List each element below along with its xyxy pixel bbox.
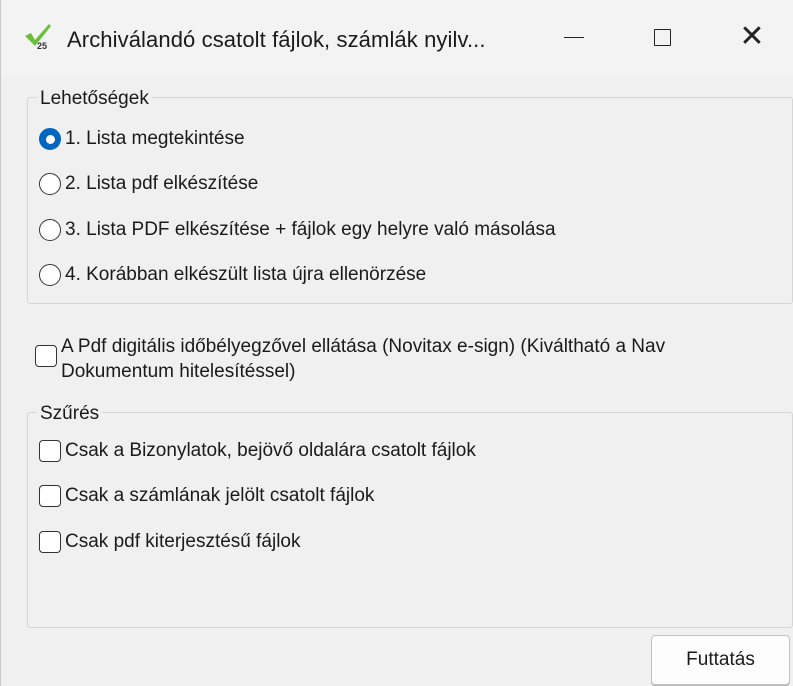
checkbox-icon[interactable] bbox=[39, 531, 61, 553]
filter-label[interactable]: Csak a számlának jelölt csatolt fájlok bbox=[65, 485, 374, 507]
close-button[interactable]: ✕ bbox=[724, 14, 780, 60]
radio-icon[interactable] bbox=[39, 173, 61, 195]
option-radio-3[interactable]: 3. Lista PDF elkészítése + fájlok egy he… bbox=[39, 219, 556, 241]
filter-legend: Szűrés bbox=[37, 403, 103, 425]
svg-text:25: 25 bbox=[37, 41, 47, 50]
option-label[interactable]: 3. Lista PDF elkészítése + fájlok egy he… bbox=[65, 219, 556, 241]
filter-label[interactable]: Csak a Bizonylatok, bejövő oldalára csat… bbox=[65, 440, 476, 462]
timestamp-label-line2: Dokumentum hitelesítéssel) bbox=[61, 361, 296, 382]
maximize-button[interactable] bbox=[634, 14, 690, 60]
option-radio-1[interactable]: 1. Lista megtekintése bbox=[39, 128, 245, 150]
option-label[interactable]: 4. Korábban elkészült lista újra ellenör… bbox=[65, 264, 426, 286]
checkbox-icon[interactable] bbox=[39, 485, 61, 507]
option-radio-4[interactable]: 4. Korábban elkészült lista újra ellenör… bbox=[39, 264, 426, 286]
timestamp-checkbox[interactable]: A Pdf digitális időbélyegzővel ellátása … bbox=[35, 334, 665, 384]
minimize-button[interactable] bbox=[546, 14, 602, 60]
checkbox-icon[interactable] bbox=[39, 440, 61, 462]
options-legend: Lehetőségek bbox=[37, 88, 152, 110]
close-icon: ✕ bbox=[739, 20, 765, 53]
checkbox-icon[interactable] bbox=[35, 345, 57, 367]
filter-checkbox-2[interactable]: Csak a számlának jelölt csatolt fájlok bbox=[39, 485, 374, 507]
filter-label[interactable]: Csak pdf kiterjesztésű fájlok bbox=[65, 531, 301, 553]
option-label[interactable]: 1. Lista megtekintése bbox=[65, 128, 245, 150]
option-label[interactable]: 2. Lista pdf elkészítése bbox=[65, 173, 258, 195]
radio-icon[interactable] bbox=[39, 264, 61, 286]
dialog-window: 25 Archiválandó csatolt fájlok, számlák … bbox=[0, 0, 793, 686]
timestamp-checkbox-label[interactable]: A Pdf digitális időbélyegzővel ellátása … bbox=[61, 334, 665, 384]
app-checkmark-icon: 25 bbox=[25, 24, 51, 50]
option-radio-2[interactable]: 2. Lista pdf elkészítése bbox=[39, 173, 258, 195]
filter-checkbox-1[interactable]: Csak a Bizonylatok, bejövő oldalára csat… bbox=[39, 440, 476, 462]
radio-selected-icon[interactable] bbox=[39, 128, 61, 150]
maximize-icon bbox=[653, 28, 671, 46]
timestamp-label-line1: A Pdf digitális időbélyegzővel ellátása … bbox=[61, 336, 666, 357]
filter-checkbox-3[interactable]: Csak pdf kiterjesztésű fájlok bbox=[39, 531, 301, 553]
minimize-icon bbox=[564, 36, 584, 38]
title-bar[interactable]: 25 Archiválandó csatolt fájlok, számlák … bbox=[1, 0, 793, 76]
radio-icon[interactable] bbox=[39, 219, 61, 241]
run-button[interactable]: Futtatás bbox=[651, 635, 790, 685]
window-title: Archiválandó csatolt fájlok, számlák nyi… bbox=[67, 27, 486, 52]
